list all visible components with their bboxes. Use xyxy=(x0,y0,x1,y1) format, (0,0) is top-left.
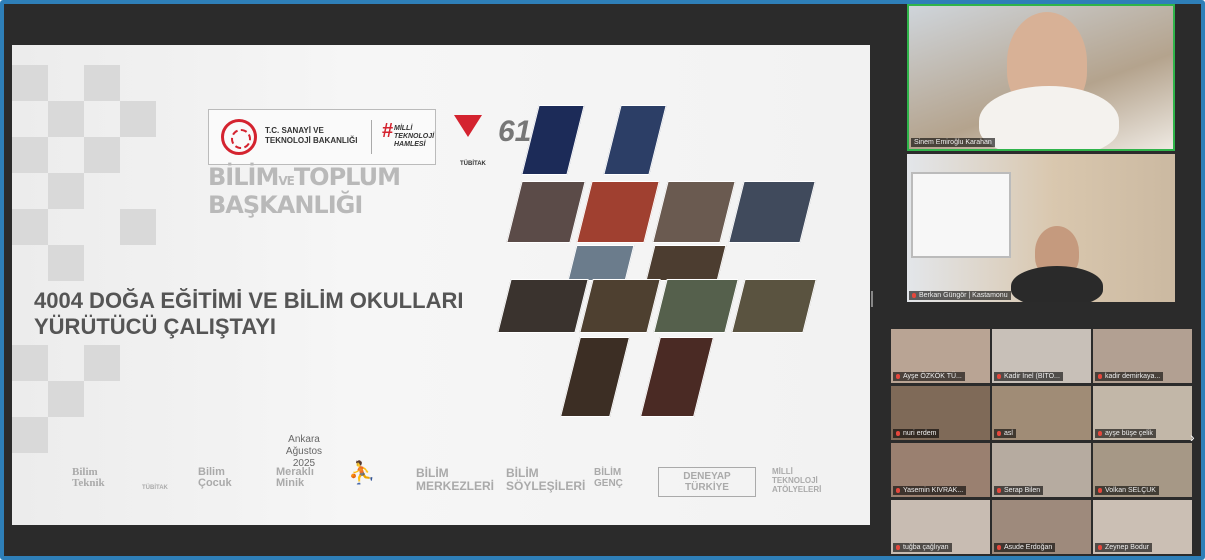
next-page-chevron-icon[interactable]: › xyxy=(1190,430,1195,444)
sponsor-logo: BİLİM GENÇ xyxy=(594,467,623,489)
mic-muted-icon xyxy=(896,373,900,379)
collage-photo xyxy=(728,181,816,243)
active-speaker-video[interactable]: Sinem Emiroğlu Karahan xyxy=(907,4,1175,151)
meeting-window: T.C. SANAYİ VE TEKNOLOJİ BAKANLIĞI # MİL… xyxy=(0,0,1205,560)
slide-city: Ankara xyxy=(288,434,320,445)
participant-tile[interactable]: Zeynep Bodur xyxy=(1093,500,1192,554)
collage-photo xyxy=(653,279,739,333)
participant-name-label: asl xyxy=(994,429,1016,438)
collage-photo xyxy=(497,279,589,333)
collage-photo xyxy=(579,279,661,333)
participant-tile[interactable]: Serap Bilen xyxy=(992,443,1091,497)
shared-slide: T.C. SANAYİ VE TEKNOLOJİ BAKANLIĞI # MİL… xyxy=(12,45,870,525)
ministry-seal-icon xyxy=(221,119,257,155)
mtl-text: MİLLİ TEKNOLOJİ HAMLESİ xyxy=(394,125,435,148)
collage-photo xyxy=(567,245,635,281)
tubitak-logo-icon xyxy=(452,115,484,161)
sponsor-logo: Meraklı Minik xyxy=(276,466,314,489)
mic-muted-icon xyxy=(997,487,1001,493)
slide-title-line-1: 4004 DOĞA EĞİTİMİ VE BİLİM OKULLARI xyxy=(34,288,464,313)
collage-photo xyxy=(652,181,736,243)
participant-tile[interactable]: nuri erdem xyxy=(891,386,990,440)
participant-name-label: Yasemin KIVRAK... xyxy=(893,486,967,495)
participant-tile[interactable]: kadir demirkaya... xyxy=(1093,329,1192,383)
org-word-2: TOPLUM xyxy=(293,163,401,191)
mtl-hash: # xyxy=(382,120,394,142)
sponsor-logo: BİLİM MERKEZLERİ xyxy=(416,466,494,493)
participant-tile[interactable]: Asude Erdoğan xyxy=(992,500,1091,554)
participant-name-label: ayşe büşe çelik xyxy=(1095,429,1156,438)
mic-muted-icon xyxy=(1098,544,1102,550)
mic-muted-icon xyxy=(912,292,916,298)
participant-tile[interactable]: tuğba çağlıyan xyxy=(891,500,990,554)
mic-muted-icon xyxy=(997,430,1001,436)
participant-name-label: Asude Erdoğan xyxy=(994,543,1056,552)
photo-collage xyxy=(497,103,840,423)
sponsor-logo: MİLLİ TEKNOLOJİ ATÖLYELERİ xyxy=(772,467,822,494)
participant-tile[interactable]: Ayşe ÖZKÖK TÜ... xyxy=(891,329,990,383)
mic-muted-icon xyxy=(1098,487,1102,493)
mic-muted-icon xyxy=(896,487,900,493)
slide-pattern xyxy=(12,45,182,525)
sponsor-logo: TÜBİTAK xyxy=(142,485,168,491)
participant-tile[interactable]: Kadir İnel (BİTO... xyxy=(992,329,1091,383)
participant-grid: Ayşe ÖZKÖK TÜ... Kadir İnel (BİTO... kad… xyxy=(891,329,1193,555)
mtl-logo: # MİLLİ TEKNOLOJİ HAMLESİ xyxy=(371,120,434,154)
participant-name-label: Volkan SELÇUK xyxy=(1095,486,1159,495)
window-background xyxy=(911,172,1011,258)
collage-photo xyxy=(506,181,586,243)
mic-muted-icon xyxy=(896,544,900,550)
collage-photo xyxy=(645,245,727,281)
mic-muted-icon xyxy=(997,544,1001,550)
collage-photo xyxy=(521,105,585,175)
participant-name-label: kadir demirkaya... xyxy=(1095,372,1164,381)
mic-muted-icon xyxy=(1098,373,1102,379)
participant-tile[interactable]: Yasemin KIVRAK... xyxy=(891,443,990,497)
collage-photo xyxy=(731,279,817,333)
collage-photo xyxy=(640,337,714,417)
collage-photo xyxy=(576,181,660,243)
sponsor-logo: Bilim Çocuk xyxy=(198,466,232,489)
org-word-ve: VE xyxy=(278,174,295,188)
participant-shirt xyxy=(1011,266,1103,302)
org-word-3: BAŞKANLIĞI xyxy=(208,191,363,219)
participant-tile[interactable]: Volkan SELÇUK xyxy=(1093,443,1192,497)
participant-tile[interactable]: asl xyxy=(992,386,1091,440)
speaker-shirt xyxy=(979,86,1119,149)
participant-tile[interactable]: ayşe büşe çelik xyxy=(1093,386,1192,440)
ministry-name: T.C. SANAYİ VE TEKNOLOJİ BAKANLIĞI xyxy=(265,126,358,145)
participant-name-label: nuri erdem xyxy=(893,429,940,438)
ministry-logo-box: T.C. SANAYİ VE TEKNOLOJİ BAKANLIĞI # MİL… xyxy=(208,109,436,165)
participant-video[interactable]: Berkan Güngör | Kastamonu xyxy=(907,154,1175,302)
person-running-icon: ⛹ xyxy=(348,460,376,485)
tubitak-label: TÜBİTAK xyxy=(460,161,486,167)
sponsor-logo: DENEYAP TÜRKİYE xyxy=(658,467,756,497)
sponsor-logos: Bilim Teknik TÜBİTAK Bilim Çocuk Meraklı… xyxy=(72,460,852,507)
participant-name-label: Serap Bilen xyxy=(994,486,1044,495)
sponsor-logo: BİLİM SÖYLEŞİLERİ xyxy=(506,466,586,493)
participant-name-label: tuğba çağlıyan xyxy=(893,543,952,552)
participant-name-label: Ayşe ÖZKÖK TÜ... xyxy=(893,372,965,381)
participant-name-label: Zeynep Bodur xyxy=(1095,543,1152,552)
org-logo: BİLİMVETOPLUM BAŞKANLIĞI xyxy=(208,163,401,219)
sponsor-logo: Bilim Teknik xyxy=(72,466,105,489)
slide-title: 4004 DOĞA EĞİTİMİ VE BİLİM OKULLARI YÜRÜ… xyxy=(34,288,463,340)
collage-photo xyxy=(603,105,667,175)
org-word-1: BİLİM xyxy=(208,163,279,191)
mic-muted-icon xyxy=(1098,430,1102,436)
speaker-name-label: Sinem Emiroğlu Karahan xyxy=(911,138,995,147)
participant-name-label: Berkan Güngör | Kastamonu xyxy=(909,291,1011,300)
mic-muted-icon xyxy=(997,373,1001,379)
panel-resize-handle[interactable] xyxy=(871,291,873,307)
slide-title-line-2: YÜRÜTÜCÜ ÇALIŞTAYI xyxy=(34,314,277,339)
participant-name-label: Kadir İnel (BİTO... xyxy=(994,372,1063,381)
collage-photo xyxy=(560,337,630,417)
mic-muted-icon xyxy=(896,430,900,436)
